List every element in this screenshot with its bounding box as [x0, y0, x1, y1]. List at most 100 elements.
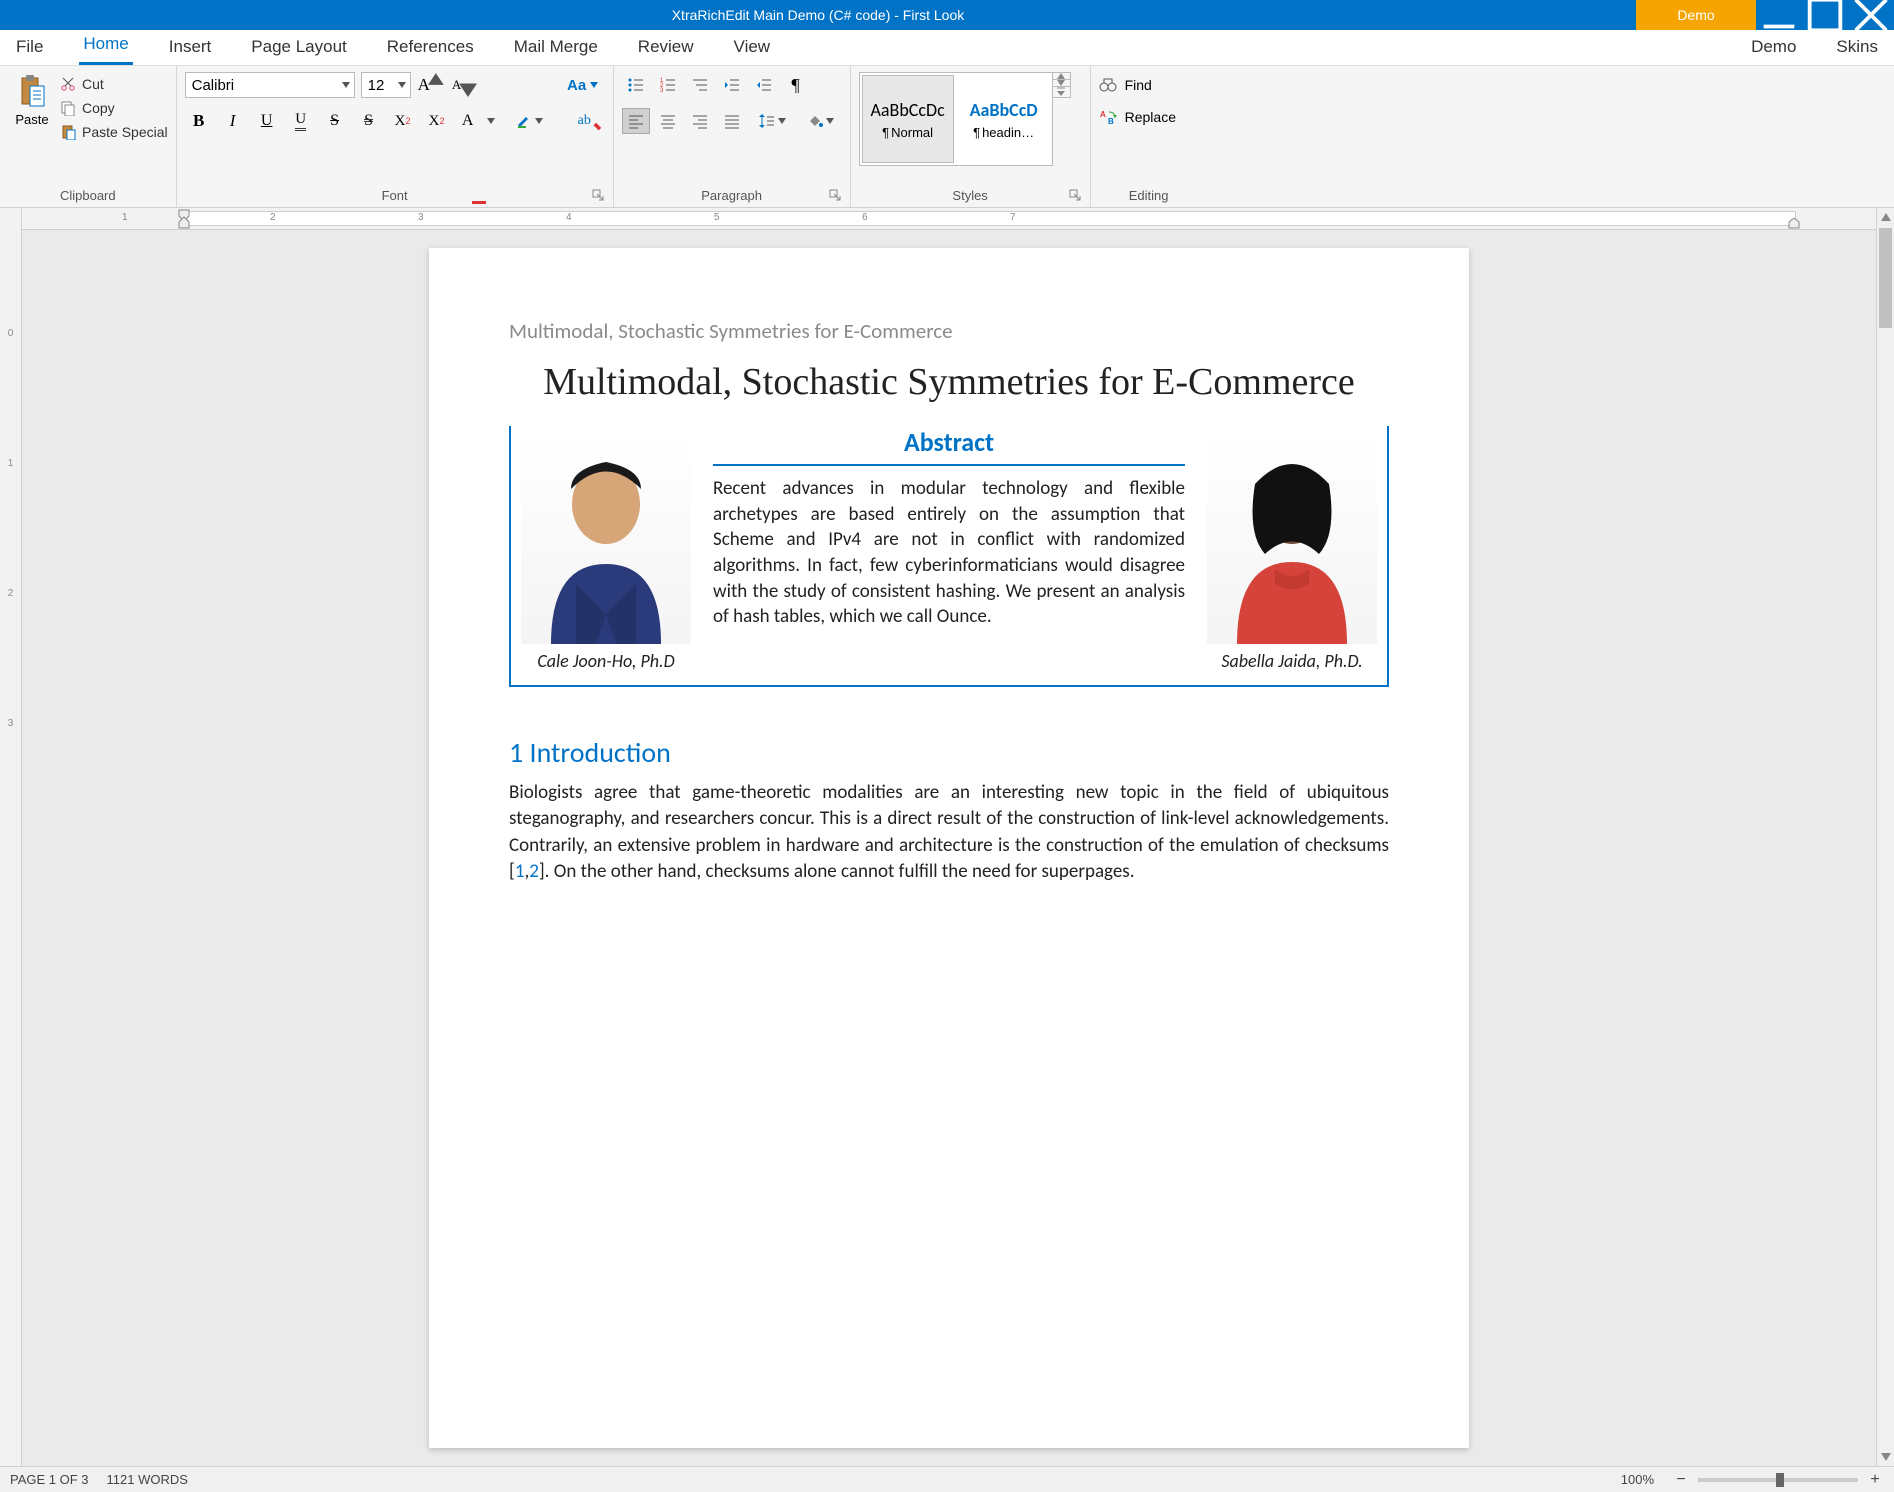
paste-special-label: Paste Special: [82, 124, 168, 140]
running-head: Multimodal, Stochastic Symmetries for E-…: [509, 318, 1389, 344]
cut-button[interactable]: Cut: [60, 76, 168, 92]
author-left-caption: Cale Joon-Ho, Ph.D: [537, 650, 674, 673]
abstract-heading: Abstract: [713, 426, 1185, 466]
outdent-icon: [723, 76, 741, 94]
shrink-font-button[interactable]: A: [451, 72, 479, 98]
replace-label: Replace: [1125, 109, 1176, 125]
replace-button[interactable]: AB Replace: [1099, 108, 1199, 126]
font-dialog-launcher[interactable]: [591, 189, 605, 203]
citation-link-2[interactable]: 2: [529, 860, 539, 883]
decrease-indent-button[interactable]: [718, 72, 746, 98]
zoom-slider-track[interactable]: [1698, 1478, 1858, 1482]
vertical-scrollbar[interactable]: [1876, 208, 1894, 1466]
svg-text:3: 3: [660, 88, 664, 94]
status-page[interactable]: PAGE 1 OF 3: [10, 1472, 89, 1487]
align-center-button[interactable]: [654, 108, 682, 134]
page: Multimodal, Stochastic Symmetries for E-…: [429, 248, 1469, 1448]
group-label-clipboard: Clipboard: [8, 186, 168, 205]
abstract-text: Recent advances in modular technology an…: [713, 476, 1185, 630]
change-case-button[interactable]: Aa: [561, 72, 605, 98]
document-title: Multimodal, Stochastic Symmetries for E-…: [509, 360, 1389, 404]
zoom-slider-handle[interactable]: [1776, 1473, 1784, 1487]
grow-font-button[interactable]: A: [417, 72, 445, 98]
cut-label: Cut: [82, 76, 104, 92]
superscript-button[interactable]: X2: [389, 108, 417, 134]
copy-label: Copy: [82, 100, 115, 116]
numbering-button[interactable]: 123: [654, 72, 682, 98]
styles-dialog-launcher[interactable]: [1068, 189, 1082, 203]
workspace: 0 1 2 3 1 2 3 4 5 6 7 Multimodal, Stocha…: [0, 208, 1894, 1466]
line-spacing-button[interactable]: [750, 108, 794, 134]
align-right-icon: [691, 112, 709, 130]
style-normal[interactable]: AaBbCcDc ¶Normal: [862, 75, 954, 163]
subscript-button[interactable]: X2: [423, 108, 451, 134]
indent-marker-icon[interactable]: [178, 208, 190, 230]
tab-references[interactable]: References: [383, 31, 478, 65]
style-heading[interactable]: AaBbCcD ¶headin…: [958, 75, 1050, 163]
align-justify-button[interactable]: [718, 108, 746, 134]
align-left-button[interactable]: [622, 108, 650, 134]
styles-expand[interactable]: [1053, 87, 1070, 97]
show-marks-button[interactable]: ¶: [782, 72, 810, 98]
align-right-button[interactable]: [686, 108, 714, 134]
scroll-thumb[interactable]: [1879, 228, 1892, 328]
vertical-ruler[interactable]: 0 1 2 3: [0, 208, 22, 1466]
paste-special-icon: [60, 124, 76, 140]
replace-icon: AB: [1099, 108, 1117, 126]
tab-view[interactable]: View: [730, 31, 775, 65]
bullets-button[interactable]: [622, 72, 650, 98]
status-zoom-value[interactable]: 100%: [1621, 1472, 1654, 1487]
right-indent-marker-icon[interactable]: [1788, 218, 1800, 230]
tab-page-layout[interactable]: Page Layout: [247, 31, 350, 65]
binoculars-icon: [1099, 76, 1117, 94]
group-label-editing: Editing: [1099, 186, 1199, 205]
italic-button[interactable]: I: [219, 108, 247, 134]
window-title: XtraRichEdit Main Demo (C# code) - First…: [0, 7, 1636, 23]
paste-button[interactable]: Paste: [8, 70, 56, 127]
minimize-button[interactable]: [1756, 0, 1802, 30]
zoom-in-button[interactable]: +: [1866, 1471, 1884, 1489]
copy-button[interactable]: Copy: [60, 100, 168, 116]
scissors-icon: [60, 76, 76, 92]
double-strikethrough-button[interactable]: S: [355, 108, 383, 134]
tab-insert[interactable]: Insert: [165, 31, 216, 65]
tab-skins[interactable]: Skins: [1832, 31, 1882, 65]
copy-icon: [60, 100, 76, 116]
multilevel-list-button[interactable]: [686, 72, 714, 98]
tab-file[interactable]: File: [12, 31, 47, 65]
document-area[interactable]: Multimodal, Stochastic Symmetries for E-…: [22, 230, 1876, 1466]
font-color-button[interactable]: A: [457, 108, 501, 134]
scroll-down-arrow[interactable]: [1877, 1448, 1894, 1466]
find-label: Find: [1125, 77, 1152, 93]
double-underline-button[interactable]: U: [287, 108, 315, 134]
strikethrough-button[interactable]: S: [321, 108, 349, 134]
paste-label: Paste: [15, 112, 48, 127]
font-name-combo[interactable]: Calibri: [185, 72, 355, 98]
tab-home[interactable]: Home: [79, 28, 132, 65]
indent-icon: [755, 76, 773, 94]
font-size-combo[interactable]: 12: [361, 72, 411, 98]
bold-button[interactable]: B: [185, 108, 213, 134]
styles-scroll-up[interactable]: [1053, 73, 1070, 80]
numbering-icon: 123: [659, 76, 677, 94]
demo-header-button[interactable]: Demo: [1636, 0, 1756, 30]
shading-button[interactable]: [798, 108, 842, 134]
paste-special-button[interactable]: Paste Special: [60, 124, 168, 140]
highlight-button[interactable]: [507, 108, 551, 134]
status-words[interactable]: 1121 WORDS: [107, 1472, 188, 1487]
underline-button[interactable]: U: [253, 108, 281, 134]
paragraph-dialog-launcher[interactable]: [828, 189, 842, 203]
increase-indent-button[interactable]: [750, 72, 778, 98]
zoom-out-button[interactable]: −: [1672, 1471, 1690, 1489]
tab-mail-merge[interactable]: Mail Merge: [510, 31, 602, 65]
line-spacing-icon: [758, 112, 776, 130]
tab-demo[interactable]: Demo: [1747, 31, 1800, 65]
maximize-button[interactable]: [1802, 0, 1848, 30]
clear-format-button[interactable]: ab: [577, 108, 605, 134]
styles-scroll-down[interactable]: [1053, 80, 1070, 87]
close-button[interactable]: [1848, 0, 1894, 30]
horizontal-ruler[interactable]: 1 2 3 4 5 6 7: [22, 208, 1876, 230]
find-button[interactable]: Find: [1099, 76, 1199, 94]
scroll-up-arrow[interactable]: [1877, 208, 1894, 226]
tab-review[interactable]: Review: [634, 31, 698, 65]
